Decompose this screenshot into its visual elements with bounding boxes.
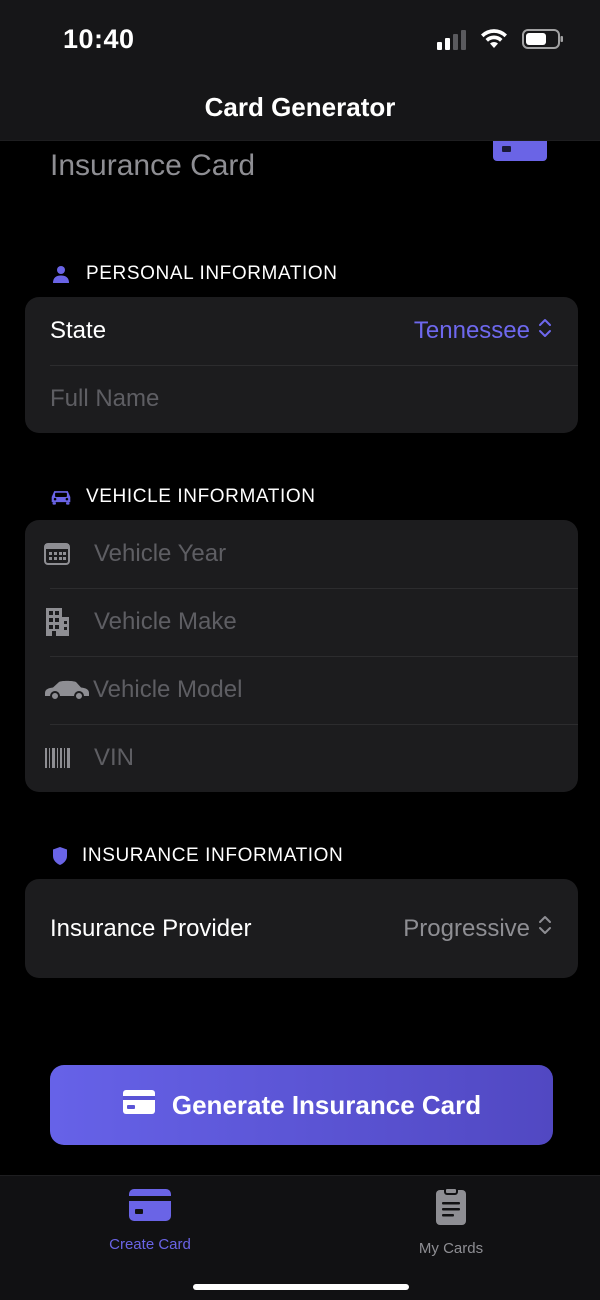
insurance-provider-picker[interactable]: Insurance Provider Progressive [25,879,578,978]
tab-bar: Create Card My Cards [0,1175,600,1300]
credit-card-icon [122,1089,156,1122]
tab-create-card-label: Create Card [109,1236,191,1253]
person-icon [50,265,72,283]
state-label: State [50,317,107,344]
home-indicator[interactable] [193,1284,409,1290]
full-name-placeholder: Full Name [50,385,160,412]
personal-info-group: State Tennessee Full Name [25,297,578,433]
insurance-provider-value-text: Progressive [403,914,530,942]
insurance-provider-value[interactable]: Progressive [403,914,552,943]
state-picker[interactable]: State Tennessee [25,297,578,365]
section-insurance-header: INSURANCE INFORMATION [52,845,343,867]
insurance-info-group: Insurance Provider Progressive [25,879,578,978]
vehicle-year-field[interactable]: Vehicle Year [25,520,578,588]
shield-icon [52,846,68,866]
screen: 10:40 Card Generator Insurance Card PERS… [0,0,600,1300]
vehicle-make-field[interactable]: Vehicle Make [25,588,578,656]
full-name-field[interactable]: Full Name [25,365,578,433]
status-icons [437,28,564,50]
vin-field[interactable]: VIN [25,724,578,792]
generate-button-label: Generate Insurance Card [171,1089,482,1120]
section-vehicle-header: VEHICLE INFORMATION [50,486,316,508]
generate-insurance-card-button[interactable]: Generate Insurance Card [50,1065,553,1145]
form-content[interactable]: Insurance Card PERSONAL INFORMATION Stat… [0,141,600,1175]
status-time: 10:40 [63,24,135,54]
section-personal-header: PERSONAL INFORMATION [50,263,338,285]
insurance-provider-label: Insurance Provider [50,914,252,942]
cellular-signal-icon [437,28,466,50]
tab-my-cards-label: My Cards [418,1240,484,1257]
wifi-icon [480,28,508,50]
tab-create-card[interactable]: Create Card [50,1188,250,1253]
vin-placeholder: VIN [94,744,135,771]
vehicle-make-placeholder: Vehicle Make [94,608,237,635]
battery-icon [522,28,564,50]
chevron-up-down-icon [538,317,552,346]
section-insurance-label: INSURANCE INFORMATION [82,845,344,866]
barcode-icon [44,747,94,769]
document-icon [435,1187,467,1230]
car-icon [50,487,72,507]
vehicle-model-placeholder: Vehicle Model [93,676,243,703]
nav-title: Card Generator [204,92,396,122]
vehicle-year-placeholder: Vehicle Year [94,540,227,567]
state-value-text: Tennessee [413,317,530,344]
section-vehicle-label: VEHICLE INFORMATION [86,486,316,507]
navigation-header: 10:40 Card Generator [0,0,600,141]
credit-card-icon [128,1188,172,1226]
page-heading: Insurance Card [50,149,256,182]
building-icon [44,607,94,637]
section-personal-label: PERSONAL INFORMATION [86,263,338,284]
car-side-icon [43,679,93,701]
card-preview-icon [493,141,547,161]
calendar-icon [44,542,94,566]
chevron-up-down-icon [538,914,552,943]
vehicle-info-group: Vehicle Year Vehicle Make Vehicle Model … [25,520,578,792]
state-value[interactable]: Tennessee [414,317,552,346]
vehicle-model-field[interactable]: Vehicle Model [25,656,578,724]
tab-my-cards[interactable]: My Cards [351,1187,551,1257]
